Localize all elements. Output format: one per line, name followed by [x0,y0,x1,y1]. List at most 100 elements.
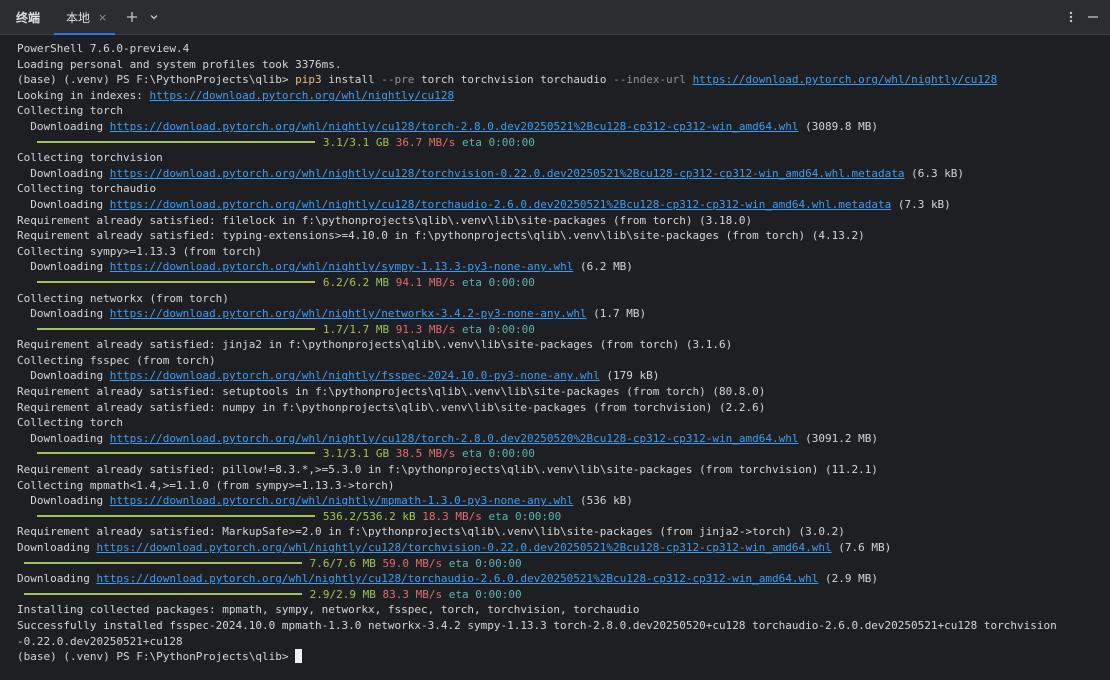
download-link[interactable]: https://download.pytorch.org/whl/nightly… [96,572,818,585]
progress-eta: eta 0:00:00 [448,556,522,570]
progress-eta: eta 0:00:00 [488,509,562,523]
command-flag: --index-url [613,73,686,87]
progress-line: 3.1/3.1 GB 38.5 MB/s eta 0:00:00 [17,446,1094,462]
progress-bar [36,327,315,330]
index-url-link[interactable]: https://download.pytorch.org/whl/nightly… [693,73,998,86]
output-line: Successfully installed fsspec-2024.10.0 … [17,618,1057,632]
file-size: (3089.8 MB) [798,119,878,133]
output-line: Collecting torch [17,104,123,118]
progress-size: 3.1/3.1 GB [322,447,390,461]
progress-line: 2.9/2.9 MB 83.3 MB/s eta 0:00:00 [17,587,1094,603]
output-line: Requirement already satisfied: typing-ex… [17,229,865,243]
output-line: Collecting torchvision [17,151,163,165]
new-tab-icon[interactable] [121,6,143,28]
output-line: Looking in indexes: https://download.pyt… [17,88,1094,104]
download-label: Downloading [17,572,90,586]
progress-line: 3.1/3.1 GB 36.7 MB/s eta 0:00:00 [17,135,1094,151]
file-size: (7.6 MB) [831,541,892,554]
output-line: Requirement already satisfied: filelock … [17,213,753,227]
download-label: Downloading [30,369,104,383]
progress-rate: 59.0 MB/s [382,556,443,570]
download-line: Downloading https://download.pytorch.org… [17,119,1094,135]
download-link[interactable]: https://download.pytorch.org/whl/nightly… [110,167,905,180]
command-line: (base) (.venv) PS F:\PythonProjects\qlib… [17,72,1094,88]
progress-eta: eta 0:00:00 [461,447,535,461]
prompt-line[interactable]: (base) (.venv) PS F:\PythonProjects\qlib… [17,649,1094,665]
output-line: Requirement already satisfied: jinja2 in… [17,338,733,352]
progress-eta: eta 0:00:00 [448,587,522,601]
chevron-down-icon[interactable] [143,6,165,28]
file-size: (1.7 MB) [586,307,647,321]
prompt: (base) (.venv) PS F:\PythonProjects\qlib… [17,650,289,664]
progress-size: 2.9/2.9 MB [309,587,376,601]
download-link[interactable]: https://download.pytorch.org/whl/nightly… [110,432,799,445]
progress-size: 3.1/3.1 GB [322,135,390,149]
panel-title: 终端 [16,10,41,25]
download-label: Downloading [30,166,104,180]
tab-local[interactable]: 本地 × [54,0,116,35]
progress-rate: 18.3 MB/s [422,509,482,523]
progress-size: 536.2/536.2 kB [322,509,416,523]
download-link[interactable]: https://download.pytorch.org/whl/nightly… [110,369,600,382]
terminal-output[interactable]: PowerShell 7.6.0-preview.4 Loading perso… [0,35,1110,680]
progress-bar [23,561,302,564]
download-link[interactable]: https://download.pytorch.org/whl/nightly… [110,494,574,507]
download-line: Downloading https://download.pytorch.org… [17,540,1094,556]
file-size: (2.9 MB) [818,572,878,586]
command-name: pip3 [295,73,322,87]
output-line: Collecting networkx (from torch) [17,291,229,305]
terminal-toolbar: 终端 本地 × [0,0,1110,35]
download-line: Downloading https://download.pytorch.org… [17,306,1094,322]
more-options-icon[interactable] [1060,6,1082,28]
download-line: Downloading https://download.pytorch.org… [17,259,1094,275]
output-line: Loading personal and system profiles too… [17,57,342,71]
progress-rate: 36.7 MB/s [395,135,456,149]
progress-bar [36,514,315,517]
prompt: (base) (.venv) PS F:\PythonProjects\qlib… [17,73,289,87]
download-label: Downloading [30,197,104,211]
file-size: (179 kB) [599,369,660,383]
progress-size: 6.2/6.2 MB [322,275,390,289]
minimize-icon[interactable] [1082,6,1104,28]
progress-line: 7.6/7.6 MB 59.0 MB/s eta 0:00:00 [17,556,1094,572]
command-arg: install [328,73,375,87]
output-line: -0.22.0.dev20250521+cu128 [17,634,183,648]
download-line: Downloading https://download.pytorch.org… [17,197,1094,213]
download-label: Downloading [30,431,104,445]
file-size: (7.3 kB) [891,197,951,211]
output-line: Requirement already satisfied: setuptool… [17,385,766,399]
download-label: Downloading [30,119,104,133]
download-line: Downloading https://download.pytorch.org… [17,166,1094,182]
progress-rate: 83.3 MB/s [382,587,443,601]
download-link[interactable]: https://download.pytorch.org/whl/nightly… [110,120,799,133]
command-flag: --pre [381,73,415,87]
close-icon[interactable]: × [98,11,107,24]
file-size: (536 kB) [573,494,633,508]
progress-rate: 94.1 MB/s [395,275,456,289]
progress-line: 6.2/6.2 MB 94.1 MB/s eta 0:00:00 [17,275,1094,291]
progress-rate: 91.3 MB/s [395,322,456,336]
download-label: Downloading [30,307,104,321]
progress-size: 1.7/1.7 MB [322,322,390,336]
file-size: (6.3 kB) [904,166,965,180]
progress-eta: eta 0:00:00 [461,275,535,289]
progress-eta: eta 0:00:00 [461,322,535,336]
file-size: (6.2 MB) [573,260,633,274]
download-line: Downloading https://download.pytorch.org… [17,368,1094,384]
progress-bar [36,452,315,455]
download-link[interactable]: https://download.pytorch.org/whl/nightly… [110,198,891,211]
output-line: Collecting torch [17,416,123,430]
output-text: Looking in indexes: [17,88,150,102]
download-label: Downloading [30,494,104,508]
output-line: Collecting sympy>=1.13.3 (from torch) [17,244,263,258]
download-line: Downloading https://download.pytorch.org… [17,571,1094,587]
output-line: PowerShell 7.6.0-preview.4 [17,42,190,55]
download-link[interactable]: https://download.pytorch.org/whl/nightly… [110,307,587,320]
progress-bar [36,280,315,283]
download-link[interactable]: https://download.pytorch.org/whl/nightly… [110,260,574,273]
progress-size: 7.6/7.6 MB [309,556,376,570]
download-label: Downloading [17,541,90,554]
index-url-link[interactable]: https://download.pytorch.org/whl/nightly… [149,89,454,102]
download-link[interactable]: https://download.pytorch.org/whl/nightly… [96,541,831,554]
output-line: Collecting fsspec (from torch) [17,353,216,367]
